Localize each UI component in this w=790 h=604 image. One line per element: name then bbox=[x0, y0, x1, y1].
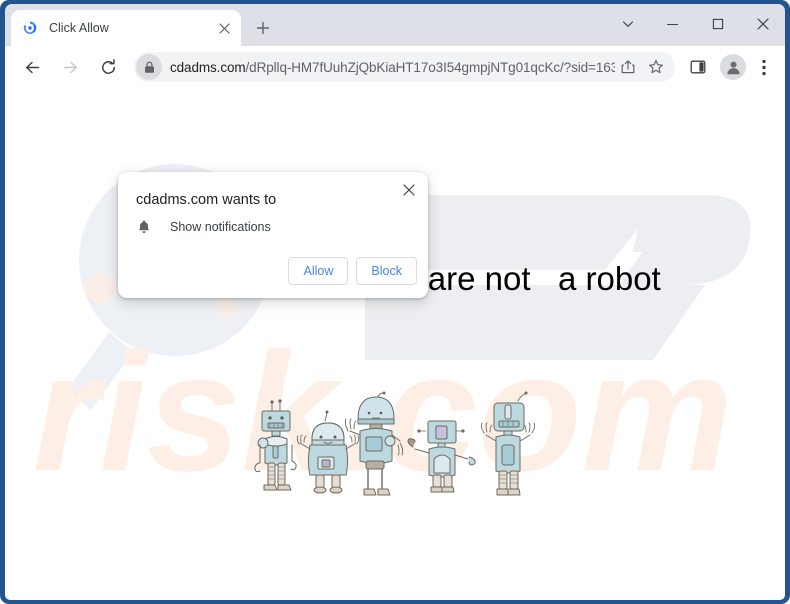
allow-button[interactable]: Allow bbox=[288, 257, 349, 285]
dialog-actions: Allow Block bbox=[288, 257, 417, 285]
forward-button[interactable] bbox=[55, 52, 85, 82]
permission-item-row: Show notifications bbox=[136, 219, 271, 235]
avatar-icon bbox=[726, 61, 740, 74]
back-button[interactable] bbox=[17, 52, 47, 82]
robot-5 bbox=[480, 391, 536, 496]
share-button[interactable] bbox=[615, 54, 641, 80]
plus-icon bbox=[256, 21, 270, 35]
five-cartoon-robots-illustration bbox=[254, 391, 536, 496]
robot-2 bbox=[296, 410, 360, 494]
browser-tab[interactable]: Click Allow bbox=[11, 10, 241, 46]
robot-3 bbox=[344, 391, 404, 496]
robot-4 bbox=[407, 420, 476, 493]
bookmark-star-button[interactable] bbox=[643, 54, 669, 80]
close-icon bbox=[403, 184, 415, 196]
dialog-title: cdadms.com wants to bbox=[136, 192, 277, 208]
minimize-button[interactable] bbox=[650, 4, 695, 44]
notification-permission-dialog: cdadms.com wants to Show notifications A… bbox=[118, 172, 428, 298]
bell-icon bbox=[136, 219, 152, 235]
chrome-refresh-favicon-icon bbox=[22, 20, 38, 36]
browser-menu-button[interactable] bbox=[749, 52, 779, 82]
window-controls bbox=[605, 4, 785, 44]
close-tab-icon[interactable] bbox=[215, 19, 233, 37]
tab-search-button[interactable] bbox=[605, 4, 650, 44]
reload-button[interactable] bbox=[93, 52, 123, 82]
address-bar[interactable]: cdadms.com/dRpllq-HM7fUuhZjQbKiaHT17o3I5… bbox=[134, 52, 675, 82]
side-panel-button[interactable] bbox=[683, 52, 713, 82]
url-text[interactable]: cdadms.com/dRpllq-HM7fUuhZjQbKiaHT17o3I5… bbox=[170, 60, 615, 75]
url-host: cdadms.com bbox=[170, 59, 246, 75]
reload-icon bbox=[101, 58, 115, 74]
close-window-button[interactable] bbox=[740, 4, 785, 44]
three-dot-menu-icon bbox=[762, 59, 766, 75]
robot-1 bbox=[254, 399, 297, 491]
star-icon bbox=[649, 60, 663, 74]
new-tab-button[interactable] bbox=[249, 14, 277, 42]
site-info-button[interactable] bbox=[136, 54, 162, 80]
share-icon bbox=[621, 60, 635, 74]
chevron-down-icon bbox=[622, 21, 633, 27]
block-button[interactable]: Block bbox=[356, 257, 417, 285]
tab-title: Click Allow bbox=[49, 21, 109, 35]
minimize-icon bbox=[666, 23, 679, 25]
side-panel-icon bbox=[690, 60, 706, 74]
maximize-button[interactable] bbox=[695, 4, 740, 44]
maximize-icon bbox=[712, 18, 723, 30]
page-viewport: risk.com Click "Allow" if you are not a … bbox=[5, 88, 785, 600]
browser-toolbar: cdadms.com/dRpllq-HM7fUuhZjQbKiaHT17o3I5… bbox=[5, 46, 785, 88]
close-icon bbox=[756, 18, 769, 30]
back-arrow-icon bbox=[25, 61, 39, 73]
permission-item-label: Show notifications bbox=[170, 220, 271, 234]
tab-strip: Click Allow bbox=[5, 4, 785, 46]
forward-arrow-icon bbox=[63, 61, 77, 73]
url-path: /dRpllq-HM7fUuhZjQbKiaHT17o3I54gmpjNTg01… bbox=[245, 59, 615, 75]
profile-avatar-button[interactable] bbox=[720, 54, 746, 80]
lock-icon bbox=[144, 61, 154, 73]
dialog-close-button[interactable] bbox=[398, 179, 420, 201]
browser-window: Click Allow cdadms.com/dRpllq-HM7fUuhZjQ… bbox=[0, 0, 790, 604]
